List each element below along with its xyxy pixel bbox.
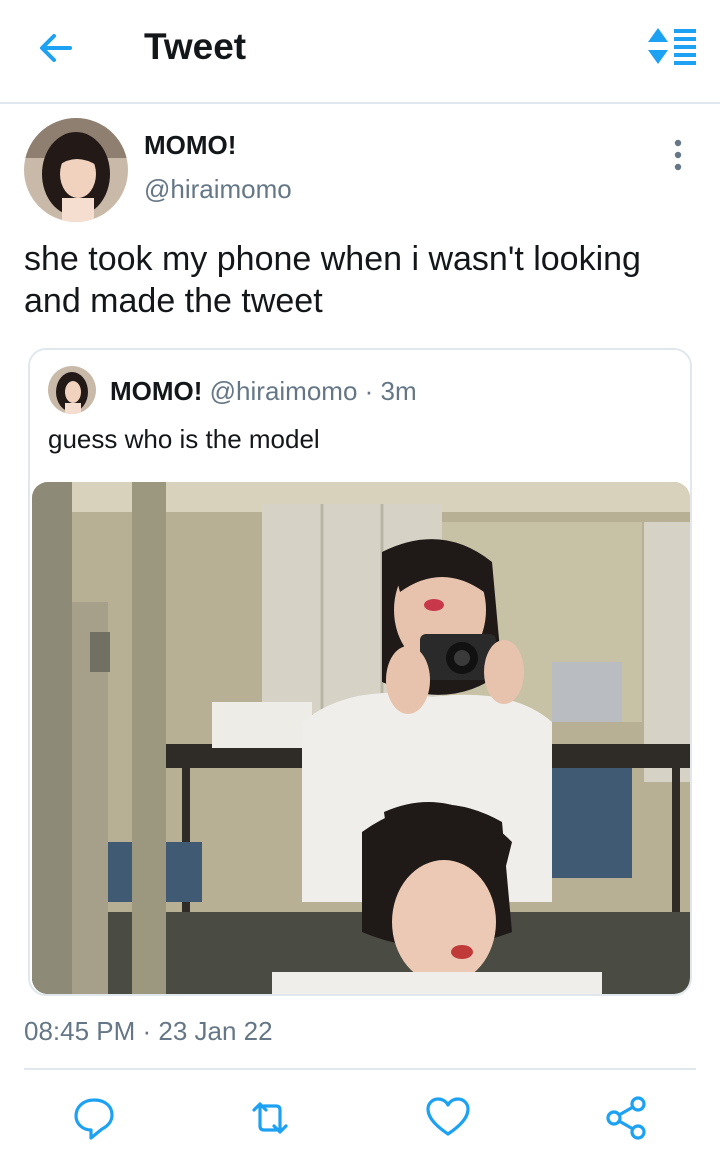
user-handle[interactable]: @hiraimomo — [144, 174, 292, 205]
tweet-text: she took my phone when i wasn't looking … — [24, 240, 641, 320]
share-button[interactable] — [598, 1090, 654, 1146]
reply-icon — [74, 1098, 114, 1140]
more-options-button[interactable] — [666, 138, 690, 172]
page-title: Tweet — [144, 26, 247, 67]
divider — [24, 1068, 696, 1070]
retweet-button[interactable] — [242, 1090, 298, 1146]
quoted-avatar — [48, 366, 96, 414]
avatar[interactable] — [24, 118, 128, 222]
quoted-meta: MOMO! @hiraimomo · 3m — [110, 376, 417, 407]
mirror-selfie-photo — [32, 482, 690, 994]
quoted-tweet[interactable]: MOMO! @hiraimomo · 3m guess who is the m… — [28, 348, 692, 996]
quoted-media-photo[interactable] — [32, 482, 690, 994]
reply-button[interactable] — [66, 1090, 122, 1146]
retweet-icon — [252, 1102, 288, 1134]
quoted-user-handle: @hiraimomo — [209, 376, 358, 406]
tweet-author: MOMO! @hiraimomo — [24, 118, 704, 228]
quoted-avatar-photo — [48, 366, 96, 414]
arrow-left-icon — [40, 34, 72, 62]
more-vertical-icon — [674, 139, 682, 171]
quoted-display-name: MOMO! — [110, 376, 203, 406]
quoted-text: guess who is the model — [48, 424, 320, 454]
sort-button[interactable] — [644, 26, 700, 70]
tweet-timestamp[interactable]: 08:45 PM · 23 Jan 22 — [24, 1016, 273, 1047]
sort-list-icon — [648, 28, 696, 65]
like-button[interactable] — [420, 1090, 476, 1146]
top-bar: Tweet — [0, 0, 720, 104]
like-icon — [426, 1097, 470, 1136]
display-name[interactable]: MOMO! — [144, 130, 236, 161]
avatar-photo — [24, 118, 128, 222]
action-bar — [0, 1090, 720, 1150]
back-button[interactable] — [34, 26, 78, 70]
share-icon — [606, 1096, 646, 1140]
quoted-time: · 3m — [364, 376, 417, 406]
